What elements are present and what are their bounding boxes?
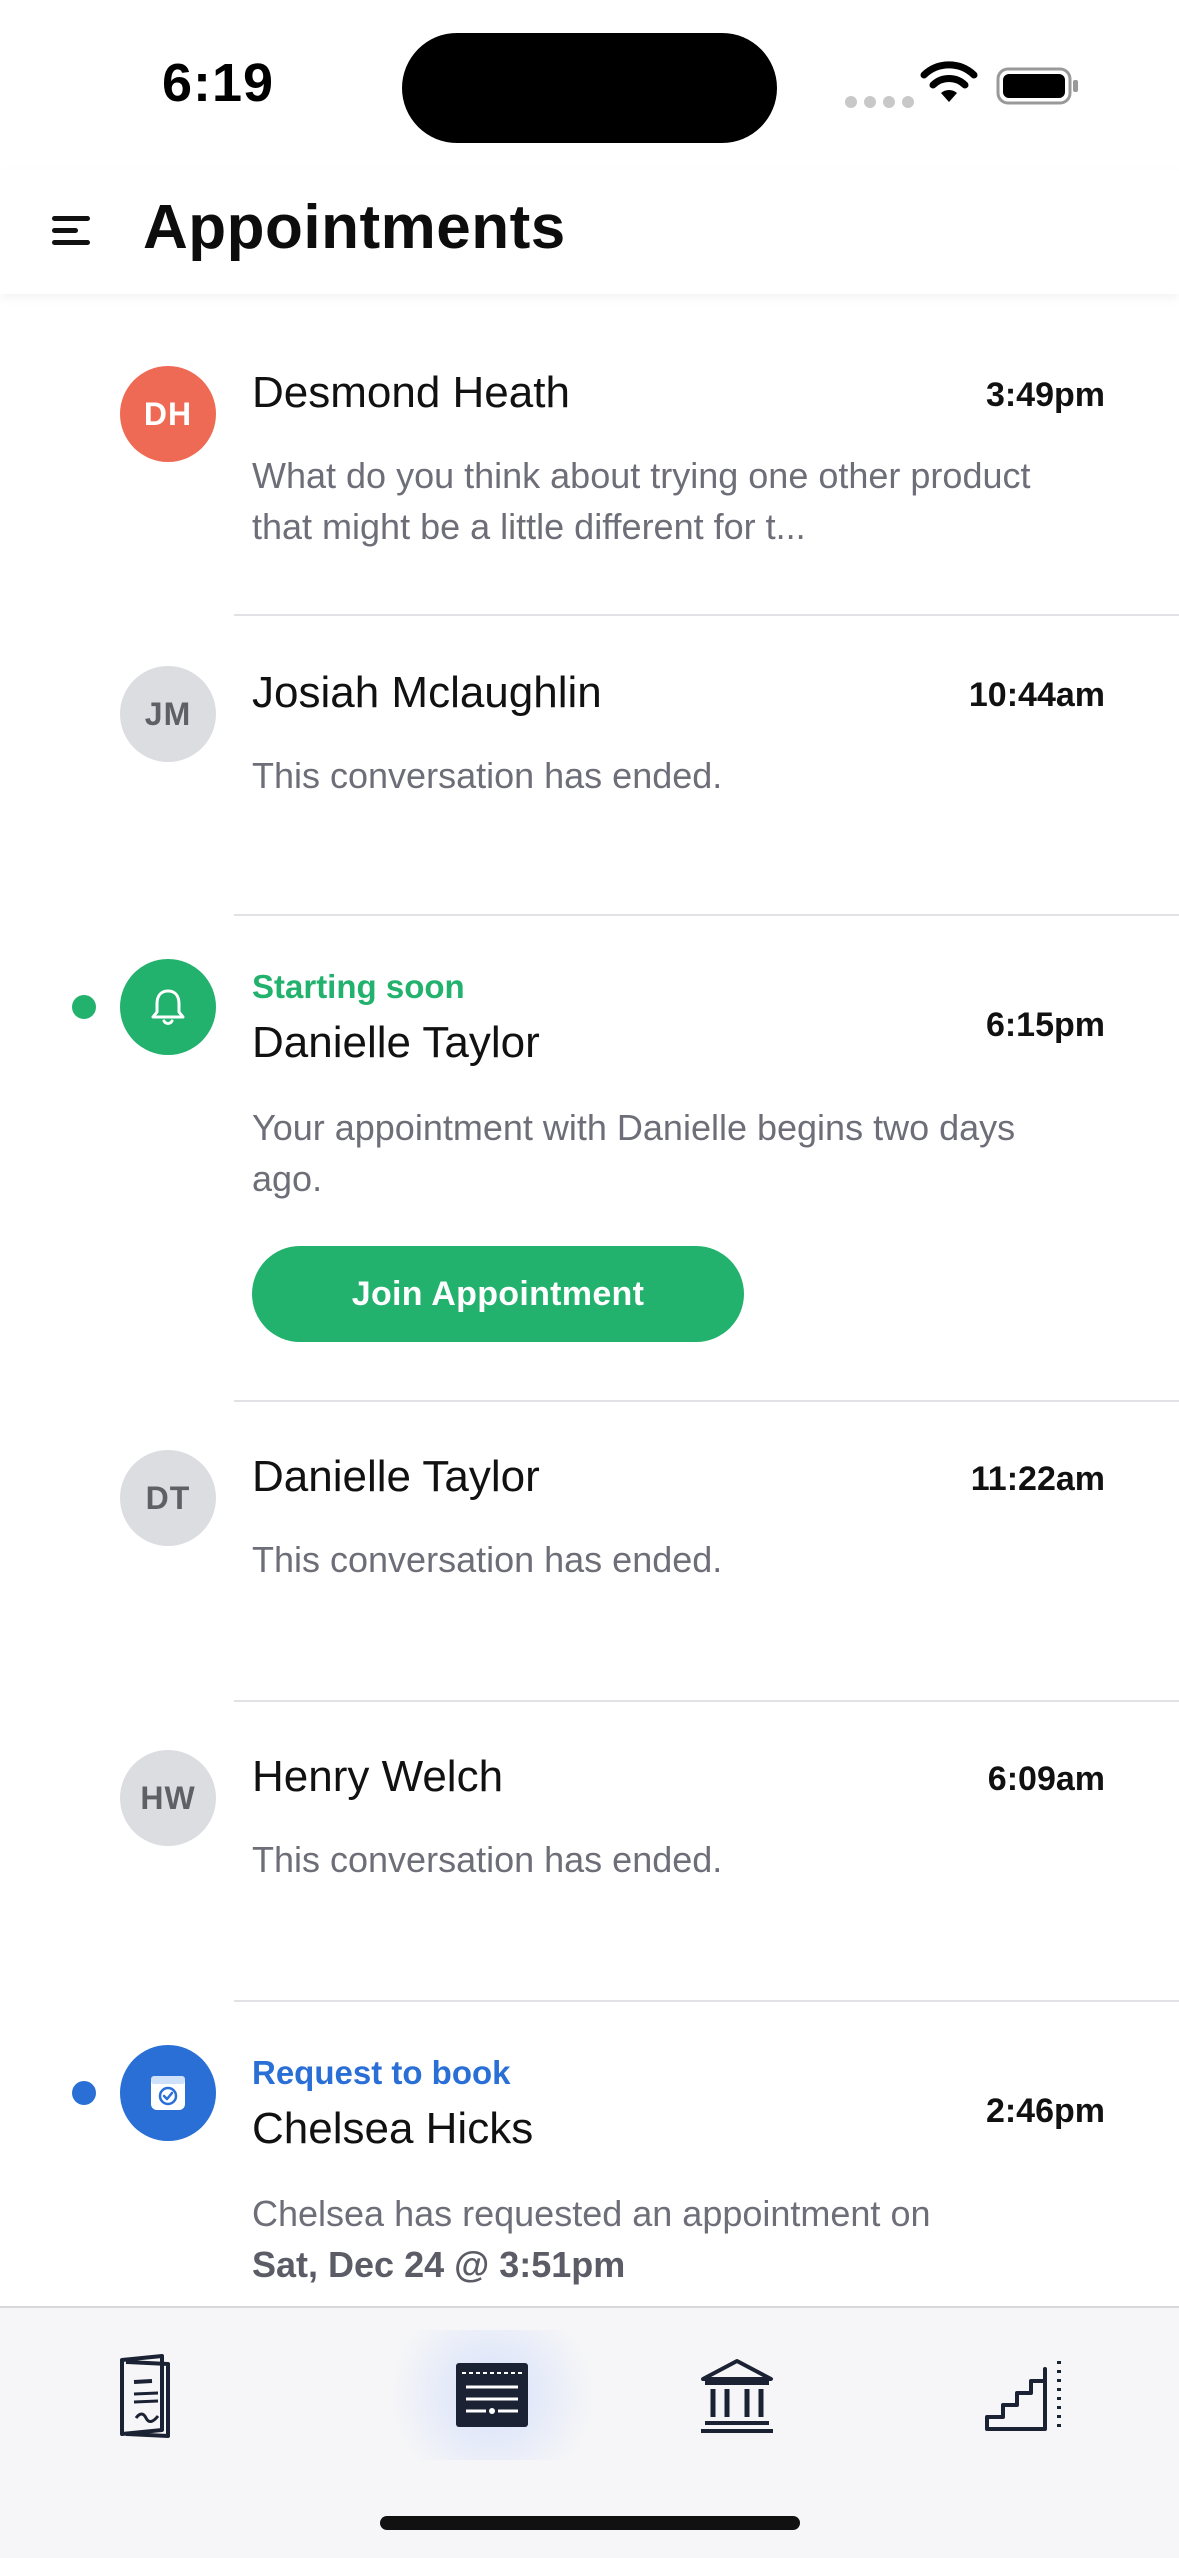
contact-name: Danielle Taylor bbox=[252, 1452, 540, 1501]
message-preview: Your appointment with Danielle begins tw… bbox=[252, 1107, 1016, 1199]
status-bar: 6:19 bbox=[0, 0, 1179, 170]
status-time: 6:19 bbox=[162, 53, 275, 113]
dynamic-island bbox=[402, 33, 777, 143]
unread-dot bbox=[72, 2081, 96, 2105]
avatar: HW bbox=[120, 1750, 216, 1846]
tab-documents[interactable] bbox=[82, 2330, 212, 2460]
timestamp: 3:49pm bbox=[985, 376, 1105, 414]
status-label: Starting soon bbox=[252, 968, 465, 1005]
requested-datetime: Sat, Dec 24 @ 3:51pm bbox=[252, 2244, 626, 2285]
stairs-icon bbox=[985, 2361, 1061, 2431]
appointment-item[interactable]: HW Henry Welch 6:09am This conversation … bbox=[0, 1702, 1179, 2002]
home-indicator bbox=[380, 2516, 800, 2530]
calendar-list-icon bbox=[456, 2363, 528, 2427]
timestamp: 11:22am bbox=[970, 1460, 1105, 1498]
contact-name: Desmond Heath bbox=[252, 368, 570, 417]
appointment-item-starting-soon[interactable]: Starting soon Danielle Taylor 6:15pm You… bbox=[0, 916, 1179, 1402]
contact-name: Chelsea Hicks bbox=[252, 2104, 534, 2153]
wifi-icon bbox=[920, 61, 978, 102]
bank-icon bbox=[701, 2359, 773, 2433]
message-preview: Chelsea has requested an appointment on … bbox=[252, 2188, 1072, 2290]
message-preview: This conversation has ended. bbox=[252, 1839, 723, 1880]
avatar: DT bbox=[120, 1450, 216, 1546]
calendar-check-icon bbox=[151, 2076, 185, 2110]
timestamp: 2:46pm bbox=[985, 2092, 1105, 2130]
appointment-item[interactable]: DH Desmond Heath 3:49pm What do you thin… bbox=[0, 294, 1179, 616]
app-header: Appointments bbox=[0, 170, 1179, 294]
avatar bbox=[120, 959, 216, 1055]
contact-name: Danielle Taylor bbox=[252, 1018, 540, 1067]
message-preview-text: Chelsea has requested an appointment on bbox=[252, 2193, 931, 2234]
avatar bbox=[120, 2045, 216, 2141]
tab-bank[interactable] bbox=[672, 2330, 802, 2460]
tab-progress[interactable] bbox=[960, 2330, 1090, 2460]
avatar: DH bbox=[120, 366, 216, 462]
timestamp: 10:44am bbox=[968, 676, 1105, 714]
bell-icon bbox=[151, 989, 185, 1025]
contact-name: Henry Welch bbox=[252, 1752, 504, 1801]
message-preview: This conversation has ended. bbox=[252, 755, 723, 796]
timestamp: 6:15pm bbox=[985, 1006, 1105, 1044]
page-title: Appointments bbox=[143, 193, 566, 262]
contact-name: Josiah Mclaughlin bbox=[252, 668, 602, 717]
message-preview: What do you think about trying one other… bbox=[252, 455, 1031, 547]
appointment-list[interactable]: DH Desmond Heath 3:49pm What do you thin… bbox=[0, 294, 1179, 2285]
timestamp: 6:09am bbox=[987, 1760, 1105, 1798]
message-preview: This conversation has ended. bbox=[252, 1539, 723, 1580]
appointment-item[interactable]: JM Josiah Mclaughlin 10:44am This conver… bbox=[0, 616, 1179, 916]
appointment-item[interactable]: DT Danielle Taylor 11:22am This conversa… bbox=[0, 1402, 1179, 1702]
join-appointment-button[interactable]: Join Appointment bbox=[252, 1246, 744, 1342]
cellular-signal-icon bbox=[845, 96, 914, 108]
battery-icon bbox=[996, 67, 1078, 105]
avatar: JM bbox=[120, 666, 216, 762]
status-label: Request to book bbox=[252, 2054, 511, 2091]
tab-appointments[interactable] bbox=[362, 2330, 622, 2460]
menu-icon[interactable] bbox=[50, 210, 94, 250]
unread-dot bbox=[72, 995, 96, 1019]
document-icon bbox=[120, 2354, 170, 2438]
